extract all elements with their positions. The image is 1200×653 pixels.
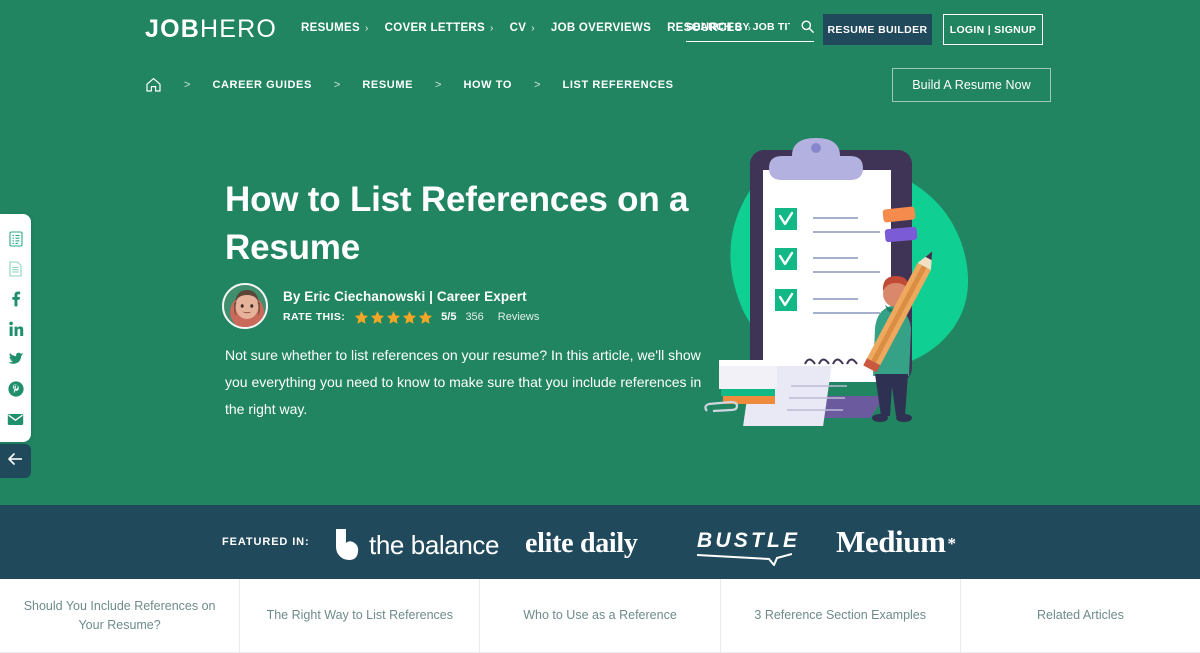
nav-item-label: COVER LETTERS: [384, 22, 486, 34]
breadcrumb-item-list-references: LIST REFERENCES: [562, 79, 674, 91]
rating-row: RATE THIS: 5/5 356 Reviews: [283, 310, 539, 325]
logo-light-text: HERO: [200, 15, 278, 43]
top-navigation-bar: JOBHERO RESUMES › COVER LETTERS › CV › J…: [0, 0, 1200, 58]
collapse-share-rail-button[interactable]: [0, 444, 31, 478]
nav-item-job-overviews[interactable]: JOB OVERVIEWS: [551, 22, 651, 34]
email-icon[interactable]: [0, 404, 31, 434]
hero-description: Not sure whether to list references on y…: [225, 347, 702, 417]
tab-should-you-include-references[interactable]: Should You Include References on Your Re…: [0, 579, 241, 652]
page-title: How to List References on a Resume: [225, 180, 689, 267]
facebook-icon[interactable]: [0, 284, 31, 314]
logo-bold-text: JOB: [145, 15, 201, 43]
pinterest-icon[interactable]: [0, 374, 31, 404]
social-share-rail: [0, 214, 31, 442]
breadcrumb-item-resume[interactable]: RESUME: [362, 79, 413, 91]
rating-score: 5/5: [441, 311, 457, 323]
breadcrumb-item-how-to[interactable]: HOW TO: [463, 79, 512, 91]
section-tab-strip: Should You Include References on Your Re…: [0, 579, 1200, 653]
author-avatar: [222, 283, 268, 329]
search-input[interactable]: [686, 20, 790, 34]
bustle-underline-mark: [696, 553, 793, 567]
site-logo[interactable]: JOBHERO: [145, 15, 277, 43]
tab-who-to-use-as-a-reference[interactable]: Who to Use as a Reference: [480, 579, 721, 652]
login-signup-button[interactable]: LOGIN | SIGNUP: [943, 14, 1043, 45]
nav-item-label: RESUMES: [301, 22, 360, 34]
chevron-right-icon: ›: [490, 22, 494, 34]
linkedin-icon[interactable]: [0, 314, 31, 344]
list-document-icon[interactable]: [0, 224, 31, 254]
bustle-wordmark: BUSTLE: [697, 529, 801, 552]
twitter-icon[interactable]: [0, 344, 31, 374]
nav-item-label: CV: [509, 22, 527, 34]
breadcrumb-separator: >: [184, 79, 191, 91]
tab-related-articles[interactable]: Related Articles: [961, 579, 1200, 652]
search-field-wrapper[interactable]: [686, 20, 814, 42]
arrow-left-icon: [7, 452, 24, 471]
build-a-resume-now-button[interactable]: Build A Resume Now: [892, 68, 1051, 102]
document-icon[interactable]: [0, 254, 31, 284]
featured-in-label: FEATURED IN:: [222, 536, 310, 548]
star-rating[interactable]: [354, 310, 433, 325]
chevron-right-icon: ›: [531, 22, 535, 34]
star-icon: [387, 310, 401, 324]
the-balance-mark: [336, 529, 359, 560]
breadcrumb-separator: >: [435, 79, 442, 91]
rate-this-label: RATE THIS:: [283, 311, 346, 323]
breadcrumb: > CAREER GUIDES > RESUME > HOW TO > LIST…: [145, 74, 674, 96]
the-balance-wordmark: the balance: [369, 530, 500, 560]
breadcrumb-separator: >: [333, 79, 341, 91]
nav-item-resumes[interactable]: RESUMES ›: [301, 22, 369, 34]
elite-daily-logo: elite daily: [525, 528, 638, 559]
breadcrumb-item-career-guides[interactable]: CAREER GUIDES: [212, 79, 311, 91]
nav-item-cover-letters[interactable]: COVER LETTERS ›: [385, 22, 494, 34]
featured-in-band: FEATURED IN: the balance elite daily BUS…: [0, 505, 1200, 579]
nav-item-label: JOB OVERVIEWS: [550, 22, 652, 34]
medium-logo: Medium *: [836, 525, 956, 561]
bustle-logo: BUSTLE: [696, 529, 801, 571]
tab-the-right-way-to-list-references[interactable]: The Right Way to List References: [240, 579, 481, 652]
star-icon: [419, 310, 433, 324]
resume-builder-button[interactable]: RESUME BUILDER: [823, 14, 932, 45]
search-icon[interactable]: [801, 20, 814, 38]
star-icon: [371, 310, 385, 324]
medium-asterisk: *: [947, 534, 957, 553]
byline: By Eric Ciechanowski | Career Expert RAT…: [222, 283, 539, 329]
nav-item-cv[interactable]: CV ›: [510, 22, 535, 34]
chevron-right-icon: ›: [364, 22, 369, 34]
clipboard-checklist-illustration: [695, 128, 985, 453]
the-balance-logo: the balance: [334, 529, 499, 561]
breadcrumb-separator: >: [534, 79, 541, 91]
star-icon: [355, 310, 369, 324]
author-name: By Eric Ciechanowski | Career Expert: [283, 288, 527, 304]
tab-3-reference-section-examples[interactable]: 3 Reference Section Examples: [721, 579, 961, 652]
review-count: 356: [465, 311, 484, 323]
home-icon[interactable]: [145, 77, 162, 93]
star-icon: [403, 310, 417, 324]
reviews-label: Reviews: [497, 311, 540, 323]
medium-wordmark: Medium: [836, 524, 946, 559]
hero-section: JOBHERO RESUMES › COVER LETTERS › CV › J…: [0, 0, 1200, 505]
